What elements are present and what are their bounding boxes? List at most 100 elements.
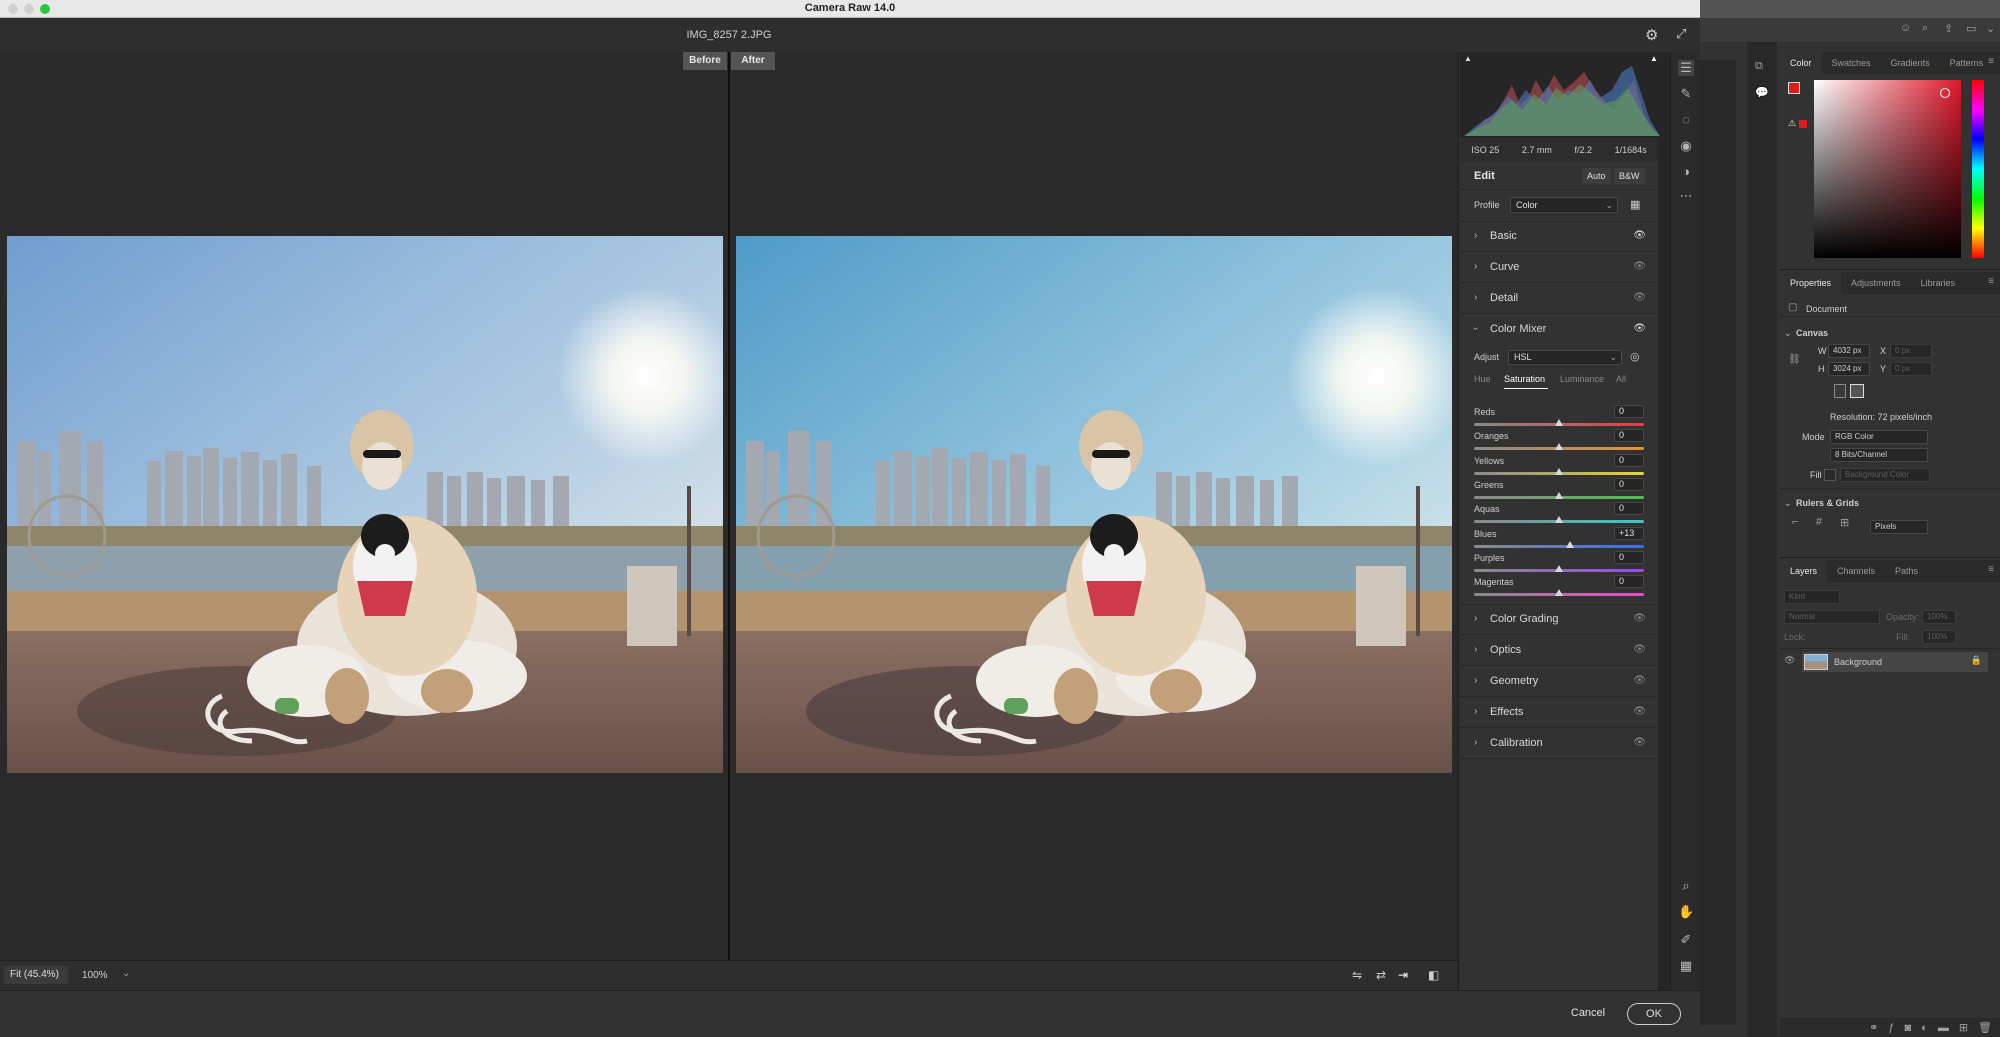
bw-button[interactable]: B&W	[1614, 168, 1645, 184]
opacity-field[interactable]: 100%	[1922, 610, 1956, 624]
slider-track[interactable]	[1474, 544, 1644, 548]
link-layers-icon[interactable]: ⚭	[1869, 1021, 1878, 1034]
tab-patterns[interactable]: Patterns	[1940, 52, 1994, 74]
zoom-value[interactable]: 100%	[82, 970, 108, 981]
cancel-button[interactable]: Cancel	[1560, 1003, 1616, 1025]
adjust-select[interactable]: HSL ⌄	[1508, 350, 1622, 365]
healing-icon[interactable]: ◌	[1678, 112, 1694, 128]
slider-value-field[interactable]: +13	[1614, 526, 1644, 540]
zoom-icon[interactable]: ⌕	[1678, 878, 1694, 894]
visibility-eye-icon[interactable]: 👁	[1633, 644, 1646, 655]
section-color-grading[interactable]: › Color Grading 👁	[1460, 605, 1658, 635]
mask-icon[interactable]: ◙	[1905, 1022, 1912, 1034]
tab-paths[interactable]: Paths	[1885, 560, 1928, 582]
tab-all[interactable]: All	[1616, 374, 1626, 384]
search-icon[interactable]: ⌕	[1922, 22, 1928, 35]
slider-value-field[interactable]: 0	[1614, 550, 1644, 564]
slider-oranges[interactable]: Oranges 0	[1474, 429, 1644, 455]
section-optics[interactable]: › Optics 👁	[1460, 636, 1658, 666]
adjustment-layer-icon[interactable]: ◐	[1921, 1022, 1928, 1034]
history-icon[interactable]: ⧉	[1755, 60, 1763, 73]
tab-color[interactable]: Color	[1780, 52, 1822, 74]
ruler-icon[interactable]: ⌐	[1792, 516, 1798, 528]
slider-value-field[interactable]: 0	[1614, 477, 1644, 491]
tab-layers[interactable]: Layers	[1780, 560, 1828, 582]
profile-select[interactable]: Color ⌄	[1510, 197, 1618, 213]
before-after-divider[interactable]	[728, 52, 730, 960]
ok-button[interactable]: OK	[1627, 1003, 1681, 1025]
visibility-eye-icon[interactable]: 👁	[1633, 261, 1646, 272]
grid-icon[interactable]: #	[1816, 516, 1822, 528]
hue-slider[interactable]	[1972, 80, 1984, 258]
auto-button[interactable]: Auto	[1582, 168, 1611, 184]
comment-icon[interactable]: 💬	[1755, 86, 1769, 99]
slider-thumb[interactable]	[1555, 491, 1563, 499]
slider-magentas[interactable]: Magentas 0	[1474, 575, 1644, 601]
slider-greens[interactable]: Greens 0	[1474, 477, 1644, 504]
tab-luminance[interactable]: Luminance	[1560, 374, 1604, 384]
cycle-before-after-icon[interactable]: ⇋	[1352, 968, 1362, 982]
slider-value-field[interactable]: 0	[1614, 453, 1644, 467]
panel-menu-icon[interactable]: ≡	[1988, 564, 1994, 575]
swap-settings-icon[interactable]: ⇄	[1376, 968, 1386, 982]
section-geometry[interactable]: › Geometry 👁	[1460, 667, 1658, 697]
crop-icon[interactable]: ✎	[1678, 86, 1694, 102]
mode-select[interactable]: RGB Color	[1830, 430, 1928, 444]
toggle-settings-icon[interactable]: ◧	[1428, 968, 1439, 982]
chevron-down-icon[interactable]: ⌄	[1784, 498, 1792, 509]
edit-sliders-icon[interactable]: ☰	[1678, 60, 1694, 76]
bits-select[interactable]: 8 Bits/Channel	[1830, 448, 1928, 462]
chevron-down-icon[interactable]: ⌄	[122, 968, 130, 979]
section-curve[interactable]: › Curve 👁	[1460, 253, 1658, 283]
section-effects[interactable]: › Effects 👁	[1460, 698, 1658, 728]
slider-value-field[interactable]: 0	[1614, 502, 1644, 516]
slider-thumb[interactable]	[1566, 540, 1575, 548]
tab-properties[interactable]: Properties	[1780, 272, 1842, 294]
tab-libraries[interactable]: Libraries	[1911, 272, 1966, 294]
slider-thumb[interactable]	[1555, 443, 1563, 451]
more-icon[interactable]: ⋯	[1678, 188, 1694, 204]
new-layer-icon[interactable]: ⊞	[1959, 1021, 1968, 1034]
visibility-eye-icon[interactable]: 👁	[1633, 675, 1646, 686]
width-field[interactable]: 4032 px	[1828, 344, 1870, 358]
blend-mode-select[interactable]: Normal	[1784, 610, 1880, 624]
layer-row-background[interactable]: 👁 Background 🔒	[1784, 652, 1988, 672]
gear-icon[interactable]: ⚙	[1645, 26, 1658, 44]
visibility-eye-icon[interactable]: 👁	[1633, 292, 1646, 303]
lock-icon[interactable]: 🔒	[1971, 655, 1982, 666]
tab-gradients[interactable]: Gradients	[1881, 52, 1940, 74]
height-field[interactable]: 3024 px	[1828, 362, 1870, 376]
slider-blues[interactable]: Blues +13	[1474, 526, 1644, 553]
slider-reds[interactable]: Reds 0	[1474, 405, 1644, 431]
masking-icon[interactable]: ◑	[1678, 164, 1694, 180]
link-icon[interactable]: ⛓	[1788, 354, 1801, 365]
visibility-eye-icon[interactable]: 👁	[1633, 706, 1646, 717]
section-color-mixer[interactable]: › Color Mixer 👁	[1460, 315, 1658, 345]
slider-thumb[interactable]	[1555, 467, 1563, 475]
user-icon[interactable]: ☺	[1900, 22, 1911, 34]
grid-icon[interactable]: ▦	[1678, 958, 1694, 974]
copy-settings-icon[interactable]: ⇥	[1398, 968, 1408, 982]
layer-filter-kind[interactable]: Kind	[1784, 590, 1840, 604]
panel-menu-icon[interactable]: ≡	[1988, 56, 1994, 67]
section-detail[interactable]: › Detail 👁	[1460, 284, 1658, 314]
targeted-adjustment-icon[interactable]: ◎	[1630, 350, 1640, 363]
visibility-eye-icon[interactable]: 👁	[1633, 230, 1646, 241]
slider-thumb[interactable]	[1555, 589, 1563, 597]
visibility-eye-icon[interactable]: 👁	[1633, 737, 1646, 748]
trash-icon[interactable]: 🗑	[1978, 1021, 1992, 1034]
slider-thumb[interactable]	[1555, 516, 1563, 524]
slider-value-field[interactable]: 0	[1614, 405, 1644, 418]
chevron-down-icon[interactable]: ⌄	[1784, 328, 1792, 339]
visibility-eye-icon[interactable]: 👁	[1633, 323, 1646, 334]
tab-saturation[interactable]: Saturation	[1504, 374, 1545, 384]
visibility-eye-icon[interactable]: 👁	[1784, 655, 1795, 666]
folder-icon[interactable]: ▬	[1938, 1022, 1949, 1034]
color-field[interactable]	[1814, 80, 1961, 258]
fill-select[interactable]: Background Color	[1840, 468, 1930, 482]
zoom-fit-button[interactable]: Fit (45.4%)	[4, 966, 68, 984]
foreground-color-swatch[interactable]	[1788, 82, 1800, 94]
fullscreen-icon[interactable]: ⤢	[1676, 26, 1686, 42]
guides-icon[interactable]: ⊞	[1840, 516, 1849, 529]
gamut-swatch[interactable]	[1799, 120, 1807, 128]
